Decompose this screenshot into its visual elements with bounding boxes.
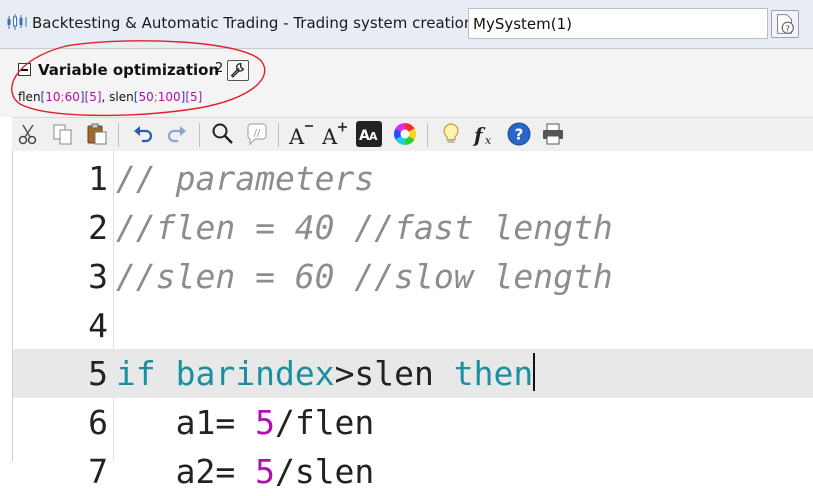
- help-icon: ?: [507, 122, 531, 146]
- code-text: a2= 5/slen: [116, 452, 375, 491]
- search-icon: [212, 123, 233, 144]
- text-cursor: [533, 353, 536, 391]
- function-button[interactable]: fx: [472, 121, 498, 147]
- code-line[interactable]: 1 // parameters: [13, 154, 813, 203]
- line-number: 3: [88, 257, 108, 296]
- line-number: 7: [88, 452, 108, 491]
- increase-font-icon: A: [322, 122, 347, 147]
- svg-text:f: f: [472, 123, 486, 147]
- code-text: //slen = 60 //slow length: [116, 257, 613, 296]
- decrease-font-button[interactable]: A: [288, 121, 314, 147]
- line-number: 5: [88, 354, 108, 393]
- identifier: barindex: [155, 354, 335, 393]
- font-style-icon: AA: [356, 121, 382, 147]
- svg-text:A: A: [288, 125, 305, 147]
- code-editor[interactable]: 1 // parameters 2 //flen = 40 //fast len…: [12, 151, 813, 491]
- comment-button[interactable]: //: [244, 121, 270, 147]
- code-text: // parameters: [116, 159, 375, 198]
- help-document-icon: ?: [777, 14, 794, 34]
- line-number: 1: [88, 159, 108, 198]
- color-wheel-icon: [394, 123, 416, 145]
- comment-icon: //: [247, 123, 267, 146]
- undo-icon: [134, 126, 153, 143]
- window-title: Backtesting & Automatic Trading - Tradin…: [32, 14, 474, 32]
- code-line[interactable]: 3 //slen = 60 //slow length: [13, 252, 813, 301]
- keyword: then: [453, 354, 534, 393]
- print-button[interactable]: [540, 121, 566, 147]
- print-icon: [543, 123, 563, 145]
- system-name-field[interactable]: MySystem(1): [468, 8, 768, 39]
- lightbulb-icon: [443, 123, 459, 143]
- code-text: if barindex>slen then: [116, 349, 536, 398]
- color-button[interactable]: [392, 121, 418, 147]
- help-toolbar-button[interactable]: ?: [506, 121, 532, 147]
- code-text: //flen = 40 //fast length: [116, 208, 613, 247]
- increase-font-button[interactable]: A: [322, 121, 348, 147]
- paste-icon: [87, 123, 107, 145]
- svg-text:A: A: [322, 125, 338, 147]
- number-literal: 5: [255, 452, 275, 491]
- paste-button[interactable]: [84, 121, 110, 147]
- code-line[interactable]: 4: [13, 301, 813, 350]
- cut-button[interactable]: [15, 121, 41, 147]
- help-button[interactable]: ?: [771, 10, 799, 38]
- hint-button[interactable]: [438, 121, 464, 147]
- code-line[interactable]: 6 a1= 5/flen: [13, 398, 813, 447]
- number-literal: 5: [255, 403, 275, 442]
- redo-button[interactable]: [164, 121, 190, 147]
- annotation-circle: [11, 40, 266, 117]
- svg-text://: //: [254, 128, 261, 139]
- keyword: if: [116, 354, 156, 393]
- decrease-font-icon: A: [288, 125, 313, 147]
- current-code-line[interactable]: 5 if barindex>slen then: [13, 349, 813, 398]
- search-button[interactable]: [210, 121, 236, 147]
- code-line[interactable]: 7 a2= 5/slen: [13, 447, 813, 496]
- font-style-button[interactable]: AA: [356, 121, 382, 147]
- cut-icon: [18, 124, 37, 145]
- svg-text:x: x: [485, 134, 492, 147]
- svg-text:A: A: [369, 130, 378, 143]
- undo-button[interactable]: [130, 121, 156, 147]
- expression: >slen: [334, 354, 454, 393]
- editor-toolbar: // A A AA fx ?: [12, 117, 813, 152]
- code-line[interactable]: 2 //flen = 40 //fast length: [13, 203, 813, 252]
- code-text: a1= 5/flen: [116, 403, 375, 442]
- svg-text:?: ?: [786, 23, 790, 33]
- line-number: 6: [88, 403, 108, 442]
- svg-text:?: ?: [515, 126, 524, 144]
- copy-button[interactable]: [50, 121, 76, 147]
- line-number: 2: [88, 208, 108, 247]
- redo-icon: [167, 126, 186, 143]
- function-icon: fx: [472, 123, 492, 147]
- line-number: 4: [88, 306, 108, 345]
- copy-icon: [53, 124, 72, 145]
- candlestick-chart-icon: [7, 14, 27, 30]
